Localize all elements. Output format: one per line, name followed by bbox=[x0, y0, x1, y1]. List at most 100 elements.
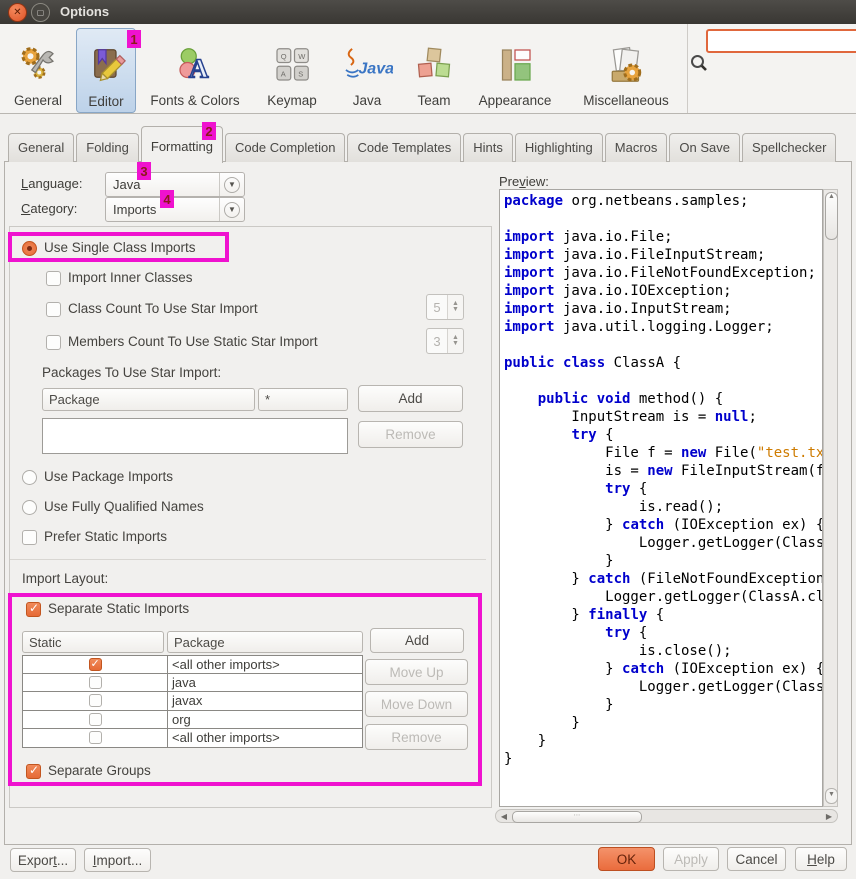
chevron-down-icon: ▼ bbox=[219, 173, 244, 196]
toolbar-divider bbox=[687, 24, 688, 113]
import-layout-label: Import Layout: bbox=[22, 571, 108, 586]
members-count-checkbox[interactable] bbox=[46, 335, 61, 350]
code-line: import java.util.logging.Logger; bbox=[504, 318, 822, 336]
import-button[interactable]: Import... bbox=[84, 848, 151, 872]
category-team[interactable]: Team bbox=[406, 28, 462, 111]
category-label: Java bbox=[353, 93, 382, 108]
spinner-arrows-icon[interactable]: ▲▼ bbox=[447, 295, 463, 319]
tab-folding[interactable]: Folding bbox=[76, 133, 139, 162]
tab-on-save[interactable]: On Save bbox=[669, 133, 740, 162]
code-line: public void method() { bbox=[504, 390, 822, 408]
packages-remove-button[interactable]: Remove bbox=[358, 421, 463, 448]
category-general[interactable]: General bbox=[6, 28, 70, 111]
annotation-highlight-single-class-imports bbox=[8, 232, 229, 262]
category-label: Miscellaneous bbox=[583, 93, 669, 108]
category-label: Category: bbox=[21, 201, 77, 216]
category-keymap[interactable]: QW AS Keymap bbox=[256, 28, 328, 111]
tab-spellchecker[interactable]: Spellchecker bbox=[742, 133, 836, 162]
scrollbar-thumb[interactable]: ⋯ bbox=[512, 811, 642, 823]
search-input[interactable] bbox=[706, 29, 856, 53]
scrollbar-thumb[interactable]: ▲ bbox=[825, 192, 838, 240]
code-line: } catch (IOException ex) { bbox=[504, 660, 822, 678]
close-button[interactable]: ✕ bbox=[8, 3, 27, 22]
language-label: Language: bbox=[21, 176, 82, 191]
packages-list[interactable] bbox=[42, 418, 348, 454]
prefer-static-imports-checkbox[interactable] bbox=[22, 530, 37, 545]
code-line: } bbox=[504, 696, 822, 714]
use-fully-qualified-radio[interactable] bbox=[22, 500, 37, 515]
category-miscellaneous[interactable]: Miscellaneous bbox=[570, 28, 682, 111]
language-dropdown[interactable]: Java ▼ bbox=[105, 172, 245, 197]
svg-text:Q: Q bbox=[281, 52, 287, 61]
tab-code-completion[interactable]: Code Completion bbox=[225, 133, 345, 162]
code-line: } bbox=[504, 750, 822, 768]
restore-button[interactable]: ▢ bbox=[31, 3, 50, 22]
code-line bbox=[504, 336, 822, 354]
svg-text:Java: Java bbox=[358, 60, 393, 78]
code-line: try { bbox=[504, 426, 822, 444]
import-inner-classes-label: Import Inner Classes bbox=[68, 270, 193, 285]
class-count-spinner[interactable]: 5 ▲▼ bbox=[426, 294, 464, 320]
star-column-header[interactable]: * bbox=[258, 388, 348, 411]
code-line: } finally { bbox=[504, 606, 822, 624]
annotation-marker-2: 2 bbox=[202, 122, 216, 140]
code-line: package org.netbeans.samples; bbox=[504, 192, 822, 210]
code-line: import java.io.FileNotFoundException; bbox=[504, 264, 822, 282]
members-count-label: Members Count To Use Static Star Import bbox=[68, 334, 318, 349]
miscellaneous-gear-docs-icon bbox=[606, 45, 646, 88]
vertical-scrollbar[interactable]: ▲ ▼ bbox=[823, 189, 838, 807]
chevron-down-icon: ▼ bbox=[219, 198, 244, 221]
packages-add-button[interactable]: Add bbox=[358, 385, 463, 412]
category-fonts-colors[interactable]: A Fonts & Colors bbox=[142, 28, 248, 111]
class-count-checkbox[interactable] bbox=[46, 302, 61, 317]
code-line: import java.io.IOException; bbox=[504, 282, 822, 300]
use-package-imports-label: Use Package Imports bbox=[44, 469, 173, 484]
category-label: Appearance bbox=[479, 93, 552, 108]
class-count-label: Class Count To Use Star Import bbox=[68, 301, 258, 316]
category-label: Keymap bbox=[267, 93, 317, 108]
svg-text:A: A bbox=[281, 69, 286, 78]
code-line: try { bbox=[504, 624, 822, 642]
title-bar: ✕ ▢ Options bbox=[0, 0, 856, 25]
export-button[interactable]: Export... bbox=[10, 848, 76, 872]
category-dropdown[interactable]: Imports ▼ bbox=[105, 197, 245, 222]
window-title: Options bbox=[60, 4, 109, 19]
category-label: Team bbox=[417, 93, 450, 108]
import-inner-classes-checkbox[interactable] bbox=[46, 271, 61, 286]
code-line: is.read(); bbox=[504, 498, 822, 516]
tab-general[interactable]: General bbox=[8, 133, 74, 162]
scroll-right-arrow[interactable]: ▶ bbox=[822, 812, 836, 821]
code-line: is = new FileInputStream(f); bbox=[504, 462, 822, 480]
preview-code: package org.netbeans.samples; import jav… bbox=[499, 189, 823, 807]
section-divider bbox=[10, 559, 486, 560]
scroll-down-arrow[interactable]: ▼ bbox=[825, 788, 838, 804]
spinner-arrows-icon[interactable]: ▲▼ bbox=[447, 329, 463, 353]
help-button[interactable]: Help bbox=[795, 847, 847, 871]
category-appearance[interactable]: Appearance bbox=[468, 28, 562, 111]
code-line: } catch (FileNotFoundException ex) { bbox=[504, 570, 822, 588]
code-line: import java.io.File; bbox=[504, 228, 822, 246]
cancel-button[interactable]: Cancel bbox=[727, 847, 786, 871]
use-package-imports-radio[interactable] bbox=[22, 470, 37, 485]
editor-book-pencil-icon bbox=[86, 46, 126, 89]
code-line: File f = new File("test.txt"); bbox=[504, 444, 822, 462]
appearance-layout-icon bbox=[495, 45, 535, 88]
members-count-spinner[interactable]: 3 ▲▼ bbox=[426, 328, 464, 354]
package-column-header[interactable]: Package bbox=[42, 388, 255, 411]
ok-button[interactable]: OK bbox=[598, 847, 655, 871]
category-label: General bbox=[14, 93, 62, 108]
keymap-keys-icon: QW AS bbox=[272, 45, 312, 88]
tab-macros[interactable]: Macros bbox=[605, 133, 668, 162]
horizontal-scrollbar[interactable]: ◀ ⋯ ▶ bbox=[495, 809, 838, 823]
tab-code-templates[interactable]: Code Templates bbox=[347, 133, 461, 162]
apply-button[interactable]: Apply bbox=[663, 847, 719, 871]
code-line: } catch (IOException ex) { bbox=[504, 516, 822, 534]
scroll-left-arrow[interactable]: ◀ bbox=[497, 812, 511, 821]
tab-highlighting[interactable]: Highlighting bbox=[515, 133, 603, 162]
search-icon bbox=[690, 54, 708, 75]
prefer-static-imports-label: Prefer Static Imports bbox=[44, 529, 167, 544]
tab-hints[interactable]: Hints bbox=[463, 133, 513, 162]
category-label: Editor bbox=[88, 94, 123, 109]
code-line: InputStream is = null; bbox=[504, 408, 822, 426]
category-java[interactable]: Java Java bbox=[336, 28, 398, 111]
